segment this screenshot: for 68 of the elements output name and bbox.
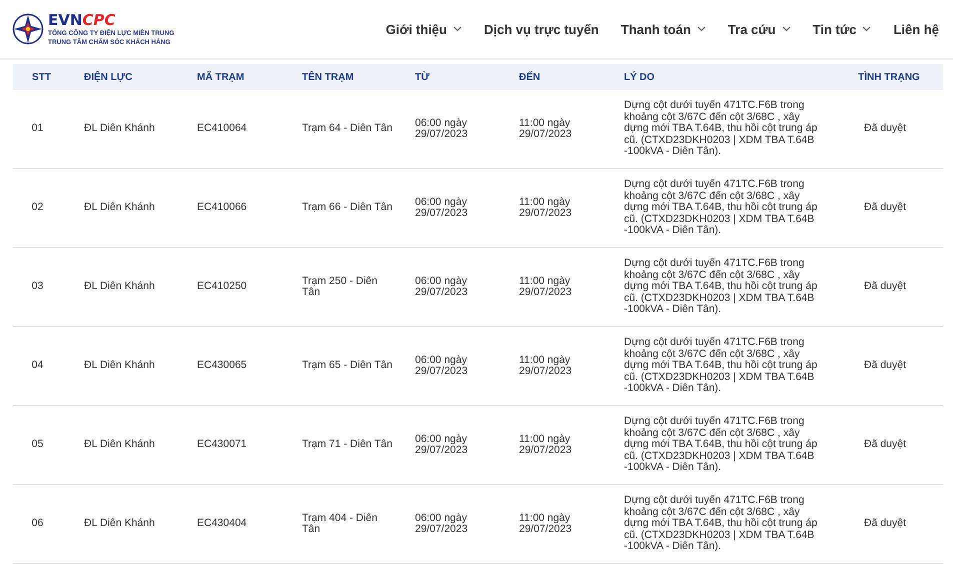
table-cell-text: ĐL Diên Khánh [83,518,156,530]
table-cell-text: EC430071 [196,439,248,451]
table-cell-text: ĐL Diên Khánh [83,439,156,451]
nav-link[interactable]: Thanh toán [616,22,710,36]
table-cell-text: 11:00 ngày 29/07/2023 [518,354,573,378]
table-cell-text: ĐL Diên Khánh [83,360,156,372]
chevron-icon [862,26,872,32]
table-cell-text: 06:00 ngày 29/07/2023 [414,354,469,378]
table-cell-text: Dựng cột dưới tuyến 471TC.F6B trong khoảng cột 3/67C đến cột 3/68C , xây dựng mới TBA T.64B, thu hồi cột trung áp cũ. (CTXD23DKH0203 | XDM TBA T.64B -100kVA - Diên Tân). [623,337,818,395]
column-header: TỪ [414,72,430,82]
table-cell-text: 11:00 ngày 29/07/2023 [518,434,573,456]
table-cell-text: Dựng cột dưới tuyến 471TC.F6B trong khoảng cột 3/67C đến cột 3/68C , xây dựng mới TBA T.64B, thu hồi cột trung áp cũ. (CTXD23DKH0203 | XDM TBA T.64B -100kVA - Diên Tân). [623,258,818,316]
table-cell-text: Dựng cột dưới tuyến 471TC.F6B trong khoảng cột 3/67C đến cột 3/68C , xây dựng mới TBA T.64B, thu hồi cột trung áp cũ. (CTXD23DKH0203 | XDM TBA T.64B -100kVA - Diên Tân). [623,416,818,474]
table-cell-text: Trạm 64 - Diên Tân [301,123,394,135]
table-cell-text: 03 [30,281,44,293]
table-cell-text: Trạm 250 - Diên Tân [301,276,378,298]
chevron-icon [452,26,462,32]
table-cell-text: Dựng cột dưới tuyến 471TC.F6B trong khoảng cột 3/67C đến cột 3/68C , xây dựng mới TBA T.64B, thu hồi cột trung áp cũ. (CTXD23DKH0203 | XDM TBA T.64B -100kVA - Diên Tân). [623,495,818,553]
table-cell-text: Dựng cột dưới tuyến 471TC.F6B trong khoảng cột 3/67C đến cột 3/68C , xây dựng mới TBA T.64B, thu hồi cột trung áp cũ. (CTXD23DKH0203 | XDM TBA T.64B -100kVA - Diên Tân). [623,100,818,158]
table-cell-text: Trạm 71 - Diên Tân [301,439,394,451]
table-cell-text: Dựng cột dưới tuyến 471TC.F6B trong khoảng cột 3/67C đến cột 3/68C , xây dựng mới TBA T.64B, thu hồi cột trung áp cũ. (CTXD23DKH0203 | XDM TBA T.64B -100kVA - Diên Tân). [623,179,818,237]
table-cell-text: EC430404 [196,518,248,530]
nav-link[interactable]: Giới thiệu [382,22,466,36]
table-cell-text: EC410066 [196,202,248,214]
nav-link[interactable]: Tin tức [808,22,876,36]
brand-name: EVNCPC [48,11,116,29]
table-cell-text: Trạm 66 - Diên Tân [301,202,394,214]
table-cell-text: 11:00 ngày 29/07/2023 [518,512,573,536]
table-cell-text: 11:00 ngày 29/07/2023 [518,276,573,298]
column-header: TÌNH TRẠNG [857,72,921,82]
table-cell-text: 04 [30,360,44,372]
table-cell-text: 01 [30,123,44,135]
table-cell-text: 06:00 ngày 29/07/2023 [414,118,469,140]
table-cell-text: 05 [30,439,44,451]
table-cell-text: ĐL Diên Khánh [83,281,156,293]
table-cell-text: 11:00 ngày 29/07/2023 [518,118,573,140]
table-cell-text: 06:00 ngày 29/07/2023 [414,434,469,456]
table-cell-text: EC410064 [196,123,248,135]
table-cell-text: 06:00 ngày 29/07/2023 [414,196,469,220]
table-cell-text: 06:00 ngày 29/07/2023 [414,512,469,536]
column-header: MÃ TRẠM [196,72,246,82]
table-cell-text: Trạm 65 - Diên Tân [301,360,394,372]
table-cell-text: 11:00 ngày 29/07/2023 [518,196,573,220]
table-cell-text: EC410250 [196,281,248,293]
table-cell-text: Đã duyệt [862,518,908,530]
table-cell-text: Đã duyệt [862,439,908,451]
nav-link[interactable]: Tra cứu [724,22,795,36]
table-cell-text: 06 [30,518,44,530]
logo-icon [12,13,44,45]
table-cell-text: Đã duyệt [862,123,908,135]
nav-link[interactable]: Dịch vụ trực tuyến [480,22,603,36]
table-cell-text: ĐL Diên Khánh [83,123,156,135]
table-cell-text: 02 [30,202,44,214]
table-cell-text: Đã duyệt [862,281,908,293]
chevron-icon [782,26,791,32]
column-header: TÊN TRẠM [301,72,355,82]
table-cell-text: EC430065 [196,360,248,372]
table-cell-text: 06:00 ngày 29/07/2023 [414,276,469,298]
nav-link[interactable]: Liên hệ [889,22,943,36]
table-cell-text: Đã duyệt [862,202,908,214]
column-header: STT [31,72,52,82]
table-cell-text: Trạm 404 - Diên Tân [301,512,378,536]
column-header: ĐẾN [518,72,542,82]
chevron-icon [696,26,706,32]
table-cell-text: Đã duyệt [862,360,908,372]
column-header: LÝ DO [623,72,656,82]
column-header: ĐIỆN LỰC [83,72,134,82]
table-cell-text: ĐL Diên Khánh [83,202,156,214]
